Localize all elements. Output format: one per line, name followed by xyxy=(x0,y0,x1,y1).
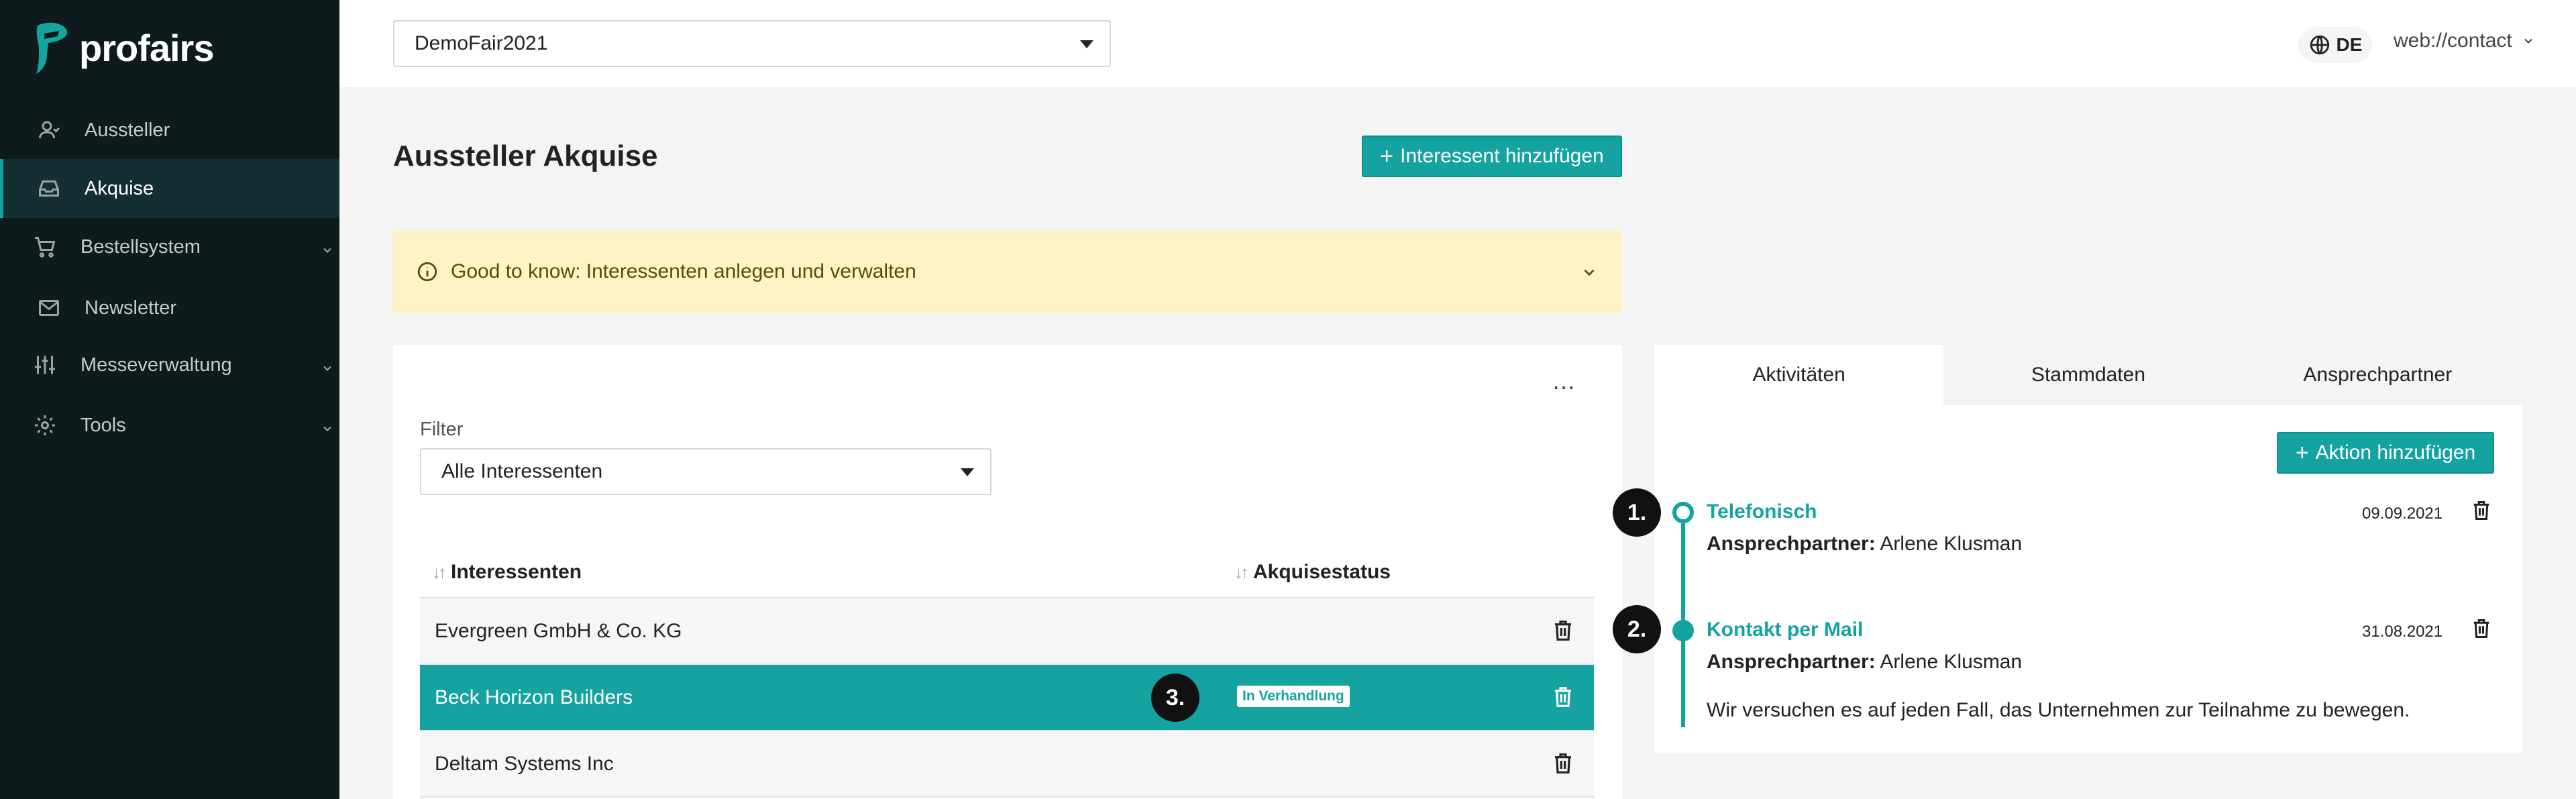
trash-icon[interactable] xyxy=(2471,499,2493,523)
sidebar-item-label: Tools xyxy=(80,414,126,436)
user-icon xyxy=(36,117,62,143)
caret-down-icon xyxy=(961,468,974,476)
row-name: Deltam Systems Inc xyxy=(435,753,614,775)
sidebar-item-messeverwaltung[interactable]: Messeverwaltung xyxy=(0,335,339,394)
add-aktion-button[interactable]: + Aktion hinzufügen xyxy=(2277,432,2494,474)
chevron-down-icon xyxy=(321,240,334,254)
add-interessent-button[interactable]: + Interessent hinzufügen xyxy=(1362,136,1622,177)
interessenten-table: ↓↑ Interessenten ↓↑ Akquisestatus Evergr… xyxy=(420,546,1594,798)
sidebar-item-akquise[interactable]: Akquise xyxy=(0,159,339,218)
column-header-label: Interessenten xyxy=(451,561,582,583)
chevron-down-icon xyxy=(321,358,334,372)
sidebar-item-bestellsystem[interactable]: Bestellsystem xyxy=(0,217,339,276)
row-name: Evergreen GmbH & Co. KG xyxy=(435,620,682,642)
sidebar: profairs Aussteller Akquise Bestellsyste… xyxy=(0,0,339,799)
activity-contact-label: Ansprechpartner: xyxy=(1707,651,1876,673)
table-header: ↓↑ Interessenten ↓↑ Akquisestatus xyxy=(420,546,1594,598)
column-header-interessenten[interactable]: ↓↑ Interessenten xyxy=(432,561,582,584)
column-header-akquisestatus[interactable]: ↓↑ Akquisestatus xyxy=(1234,561,1391,584)
activity-contact: Ansprechpartner: Arlene Klusman xyxy=(1707,533,2022,555)
globe-icon xyxy=(2310,35,2329,55)
step-marker-1: 1. xyxy=(1613,488,1661,537)
column-header-label: Akquisestatus xyxy=(1253,561,1391,583)
page-title: Aussteller Akquise xyxy=(393,140,658,172)
logo[interactable]: profairs xyxy=(30,20,214,75)
user-name: web://contact xyxy=(2394,30,2512,52)
activity-title[interactable]: Telefonisch xyxy=(1707,500,1817,523)
timeline-dot xyxy=(1672,620,1694,641)
table-row[interactable]: Deltam Systems Inc xyxy=(420,731,1594,798)
status-badge: In Verhandlung xyxy=(1237,686,1350,707)
row-name: Beck Horizon Builders xyxy=(435,686,633,708)
sort-icon: ↓↑ xyxy=(1234,562,1249,582)
tab-ansprechpartner[interactable]: Ansprechpartner xyxy=(2233,345,2522,405)
add-interessent-label: Interessent hinzufügen xyxy=(1400,145,1604,167)
activities-card: + Aktion hinzufügen 1. 2. Telefonisch 09… xyxy=(1613,405,2522,753)
language-switcher[interactable]: DE xyxy=(2298,27,2372,63)
activity-contact-name: Arlene Klusman xyxy=(1880,533,2023,555)
plus-icon: + xyxy=(1380,144,1394,169)
add-aktion-label: Aktion hinzufügen xyxy=(2315,441,2476,464)
fair-select[interactable]: DemoFair2021 xyxy=(393,20,1111,67)
tab-stammdaten[interactable]: Stammdaten xyxy=(1943,345,2233,405)
info-banner-text: Good to know: Interessenten anlegen und … xyxy=(451,260,916,282)
trash-icon[interactable] xyxy=(1552,619,1576,644)
timeline-dot xyxy=(1672,502,1694,523)
activity-title[interactable]: Kontakt per Mail xyxy=(1707,619,1863,641)
sidebar-item-tools[interactable]: Tools xyxy=(0,396,339,455)
detail-tabs: Aktivitäten Stammdaten Ansprechpartner xyxy=(1654,345,2522,405)
chevron-down-icon xyxy=(321,419,334,432)
activity-contact: Ansprechpartner: Arlene Klusman xyxy=(1707,651,2022,674)
activity-note: Wir versuchen es auf jeden Fall, das Unt… xyxy=(1707,699,2410,721)
trash-icon[interactable] xyxy=(1552,685,1576,710)
inbox-icon xyxy=(36,176,62,201)
more-options-icon[interactable]: ⋯ xyxy=(1551,374,1578,401)
filter-select-value: Alle Interessenten xyxy=(441,460,603,482)
mail-icon xyxy=(36,295,62,321)
logo-mark-icon xyxy=(36,22,68,74)
sidebar-item-label: Aussteller xyxy=(85,119,170,141)
sidebar-item-label: Bestellsystem xyxy=(80,235,201,258)
topbar: DemoFair2021 DE web://contact xyxy=(339,0,2576,87)
filter-select[interactable]: Alle Interessenten xyxy=(420,448,991,495)
sliders-icon xyxy=(32,352,58,378)
language-label: DE xyxy=(2336,34,2363,55)
info-icon xyxy=(416,260,439,283)
info-banner[interactable]: Good to know: Interessenten anlegen und … xyxy=(393,230,1622,313)
tab-aktivitaeten[interactable]: Aktivitäten xyxy=(1654,345,1944,405)
plus-icon: + xyxy=(2295,440,2309,466)
caret-down-icon xyxy=(1080,40,1093,48)
chevron-down-icon xyxy=(2524,38,2532,44)
trash-icon[interactable] xyxy=(1552,751,1576,777)
chevron-down-icon xyxy=(1580,264,1598,286)
sidebar-item-label: Messeverwaltung xyxy=(80,354,232,376)
activity-date: 31.08.2021 xyxy=(2362,623,2443,641)
fair-select-value: DemoFair2021 xyxy=(415,32,548,54)
user-menu[interactable]: web://contact xyxy=(2394,30,2535,52)
sidebar-item-aussteller[interactable]: Aussteller xyxy=(0,101,339,160)
sidebar-item-newsletter[interactable]: Newsletter xyxy=(0,278,339,337)
activity-contact-label: Ansprechpartner: xyxy=(1707,533,1876,555)
logo-text: profairs xyxy=(79,26,214,69)
filter-label: Filter xyxy=(420,419,464,440)
interessenten-card: ⋯ Filter Alle Interessenten ↓↑ Interesse… xyxy=(393,345,1622,799)
table-row[interactable]: Beck Horizon Builders 3. In Verhandlung xyxy=(420,665,1594,731)
sidebar-item-label: Akquise xyxy=(85,177,154,199)
step-marker-3: 3. xyxy=(1151,674,1199,722)
sidebar-item-label: Newsletter xyxy=(85,297,176,319)
table-row[interactable]: Evergreen GmbH & Co. KG xyxy=(420,598,1594,665)
activity-date: 09.09.2021 xyxy=(2362,504,2443,523)
gear-icon xyxy=(32,413,58,438)
cart-icon xyxy=(32,234,58,260)
trash-icon[interactable] xyxy=(2471,617,2493,641)
activity-contact-name: Arlene Klusman xyxy=(1880,651,2023,673)
step-marker-2: 2. xyxy=(1613,605,1661,653)
sort-icon: ↓↑ xyxy=(432,562,447,582)
